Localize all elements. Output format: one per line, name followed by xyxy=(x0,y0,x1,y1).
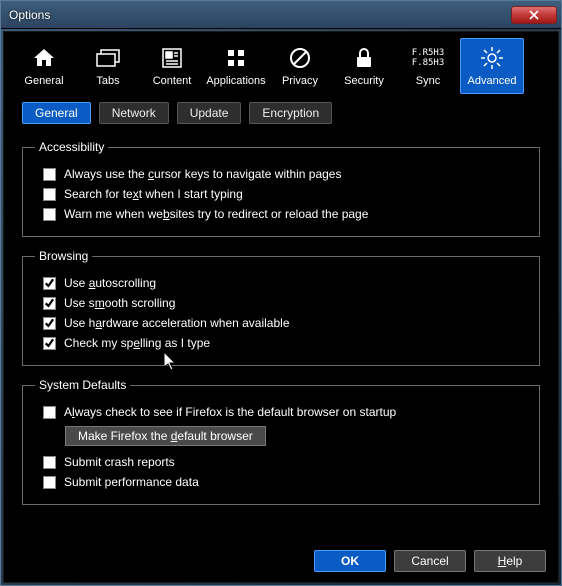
toolbar-label: Advanced xyxy=(468,75,517,87)
titlebar[interactable]: Options xyxy=(1,1,561,29)
check-label: Check my spelling as I type xyxy=(64,336,210,350)
group-system-defaults: System Defaults Always check to see if F… xyxy=(22,378,540,505)
check-smooth-scrolling[interactable]: Use smooth scrolling xyxy=(43,293,527,313)
window-title: Options xyxy=(9,8,511,22)
check-label: Always check to see if Firefox is the de… xyxy=(64,405,396,419)
cancel-button[interactable]: Cancel xyxy=(394,550,466,572)
subtab-update[interactable]: Update xyxy=(177,102,242,124)
subtab-network[interactable]: Network xyxy=(99,102,169,124)
check-label: Always use the cursor keys to navigate w… xyxy=(64,167,341,181)
toolbar-label: Privacy xyxy=(282,75,318,87)
checkbox[interactable] xyxy=(43,317,56,330)
check-crash-reports[interactable]: Submit crash reports xyxy=(43,452,527,472)
options-window: Options General Tabs Content Application… xyxy=(0,0,562,586)
close-button[interactable] xyxy=(511,6,557,24)
check-label: Use hardware acceleration when available xyxy=(64,316,290,330)
toolbar-general[interactable]: General xyxy=(12,38,76,94)
group-legend: Browsing xyxy=(35,249,92,263)
check-spelling[interactable]: Check my spelling as I type xyxy=(43,333,527,353)
subtab-general[interactable]: General xyxy=(22,102,91,124)
check-label: Submit crash reports xyxy=(64,455,175,469)
check-autoscrolling[interactable]: Use autoscrolling xyxy=(43,273,527,293)
group-accessibility: Accessibility Always use the cursor keys… xyxy=(22,140,540,237)
content-icon xyxy=(159,45,185,71)
check-label: Use autoscrolling xyxy=(64,276,156,290)
check-hw-accel[interactable]: Use hardware acceleration when available xyxy=(43,313,527,333)
check-search-typing[interactable]: Search for text when I start typing xyxy=(43,184,527,204)
toolbar-label: Sync xyxy=(416,75,440,87)
toolbar-sync[interactable]: F.R5H3F.85H3 Sync xyxy=(396,38,460,94)
lock-icon xyxy=(351,45,377,71)
help-button[interactable]: Help xyxy=(474,550,546,572)
privacy-icon xyxy=(287,45,313,71)
applications-icon xyxy=(223,45,249,71)
category-toolbar: General Tabs Content Applications Privac… xyxy=(4,32,558,98)
ok-button[interactable]: OK xyxy=(314,550,386,572)
checkbox[interactable] xyxy=(43,168,56,181)
toolbar-label: Applications xyxy=(206,75,265,87)
gear-icon xyxy=(479,45,505,71)
content-area: General Tabs Content Applications Privac… xyxy=(3,31,559,583)
subtab-encryption[interactable]: Encryption xyxy=(249,102,332,124)
make-default-button[interactable]: Make Firefox the default browser xyxy=(65,426,266,446)
checkbox[interactable] xyxy=(43,476,56,489)
group-browsing: Browsing Use autoscrolling Use smooth sc… xyxy=(22,249,540,366)
toolbar-privacy[interactable]: Privacy xyxy=(268,38,332,94)
check-label: Warn me when websites try to redirect or… xyxy=(64,207,368,221)
toolbar-content[interactable]: Content xyxy=(140,38,204,94)
check-label: Use smooth scrolling xyxy=(64,296,175,310)
checkbox[interactable] xyxy=(43,208,56,221)
checkbox[interactable] xyxy=(43,277,56,290)
toolbar-label: Content xyxy=(153,75,192,87)
close-icon xyxy=(529,10,539,20)
toolbar-label: Tabs xyxy=(96,75,119,87)
subtabs: General Network Update Encryption xyxy=(4,98,558,132)
check-cursor-keys[interactable]: Always use the cursor keys to navigate w… xyxy=(43,164,527,184)
dialog-buttons: OK Cancel Help xyxy=(4,542,558,582)
check-default-browser[interactable]: Always check to see if Firefox is the de… xyxy=(43,402,527,422)
checkbox[interactable] xyxy=(43,406,56,419)
group-legend: Accessibility xyxy=(35,140,108,154)
home-icon xyxy=(31,45,57,71)
check-label: Submit performance data xyxy=(64,475,199,489)
toolbar-advanced[interactable]: Advanced xyxy=(460,38,524,94)
sync-icon: F.R5H3F.85H3 xyxy=(415,45,441,71)
tabs-icon xyxy=(95,45,121,71)
panel-general: Accessibility Always use the cursor keys… xyxy=(4,132,558,542)
checkbox[interactable] xyxy=(43,297,56,310)
group-legend: System Defaults xyxy=(35,378,130,392)
toolbar-tabs[interactable]: Tabs xyxy=(76,38,140,94)
check-warn-redirect[interactable]: Warn me when websites try to redirect or… xyxy=(43,204,527,224)
toolbar-security[interactable]: Security xyxy=(332,38,396,94)
toolbar-applications[interactable]: Applications xyxy=(204,38,268,94)
checkbox[interactable] xyxy=(43,188,56,201)
toolbar-label: General xyxy=(24,75,63,87)
checkbox[interactable] xyxy=(43,456,56,469)
check-perf-data[interactable]: Submit performance data xyxy=(43,472,527,492)
toolbar-label: Security xyxy=(344,75,384,87)
check-label: Search for text when I start typing xyxy=(64,187,243,201)
checkbox[interactable] xyxy=(43,337,56,350)
